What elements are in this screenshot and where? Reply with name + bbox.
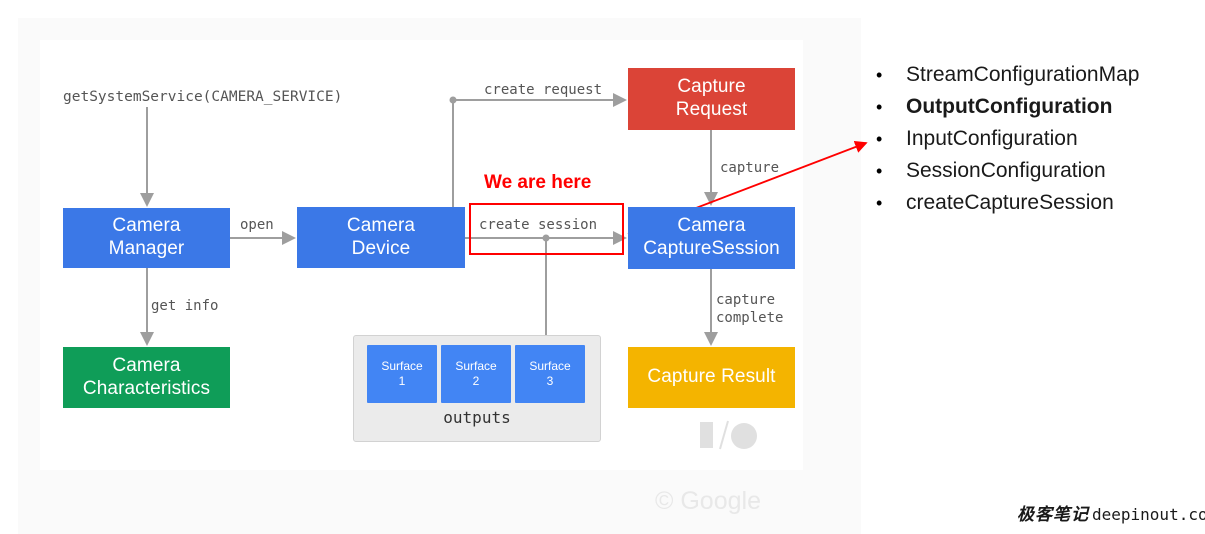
node-camera-device: Camera Device (297, 207, 465, 268)
edge-label-get-system-service: getSystemService(CAMERA_SERVICE) (63, 89, 343, 105)
node-capture-request: Capture Request (628, 68, 795, 130)
bullet-marker-icon: • (876, 161, 883, 181)
edge-label-capture: capture (720, 160, 780, 176)
bullet-item-streamconfigurationmap: • StreamConfigurationMap (876, 63, 1196, 95)
watermark: 极客笔记 deepinout.com (1017, 500, 1205, 525)
node-camera-device-label: Camera Device (346, 214, 416, 259)
bullet-marker-icon: • (876, 193, 883, 213)
bullet-label: StreamConfigurationMap (906, 63, 1140, 86)
node-camera-characteristics-label: Camera Characteristics (82, 354, 211, 399)
watermark-domain-text: deepinout.com (1092, 505, 1205, 524)
outputs-group: Surface 1 Surface 2 Surface 3 outputs (353, 335, 601, 442)
node-camera-manager: Camera Manager (63, 208, 230, 268)
surface-name: Surface (455, 359, 497, 373)
surface-item: Surface 3 (515, 345, 585, 403)
copyright-notice: © Google (655, 487, 761, 515)
bullet-marker-icon: • (876, 129, 883, 149)
outputs-group-label: outputs (443, 408, 511, 427)
surface-index: 1 (398, 374, 406, 388)
node-camera-characteristics: Camera Characteristics (63, 347, 230, 408)
node-capture-result: Capture Result (628, 347, 795, 408)
bullet-marker-icon: • (876, 97, 883, 117)
bullet-label: createCaptureSession (906, 191, 1114, 214)
bullet-label: SessionConfiguration (906, 159, 1106, 182)
callout-we-are-here: We are here (484, 172, 592, 193)
edge-label-get-info: get info (151, 298, 219, 314)
node-capture-result-label: Capture Result (647, 366, 776, 388)
bullet-item-createcapturesession: • createCaptureSession (876, 191, 1196, 223)
surface-item: Surface 1 (367, 345, 437, 403)
bullet-label: OutputConfiguration (906, 95, 1113, 118)
bullet-item-inputconfiguration: • InputConfiguration (876, 127, 1196, 159)
watermark-cn-text: 极客笔记 (1017, 505, 1089, 525)
edge-label-open: open (240, 217, 274, 233)
bullet-item-sessionconfiguration: • SessionConfiguration (876, 159, 1196, 191)
surface-index: 2 (472, 374, 480, 388)
node-camera-manager-label: Camera Manager (108, 215, 185, 259)
surface-index: 3 (546, 374, 554, 388)
bullet-list: • StreamConfigurationMap • OutputConfigu… (876, 63, 1196, 223)
bullet-item-outputconfiguration: • OutputConfiguration (876, 95, 1196, 127)
edge-label-create-request: create request (484, 82, 603, 98)
surface-name: Surface (529, 359, 571, 373)
node-capture-request-label: Capture Request (675, 76, 748, 120)
edge-label-capture-complete: capture complete (716, 292, 784, 327)
node-camera-capture-session-label: Camera CaptureSession (643, 215, 780, 259)
surface-item: Surface 2 (441, 345, 511, 403)
bullet-label: InputConfiguration (906, 127, 1078, 150)
highlight-box-create-session (469, 203, 624, 255)
surface-name: Surface (381, 359, 423, 373)
google-io-logo (700, 420, 757, 450)
node-camera-capture-session: Camera CaptureSession (628, 207, 795, 269)
surface-list: Surface 1 Surface 2 Surface 3 (367, 345, 585, 403)
bullet-marker-icon: • (876, 65, 883, 85)
